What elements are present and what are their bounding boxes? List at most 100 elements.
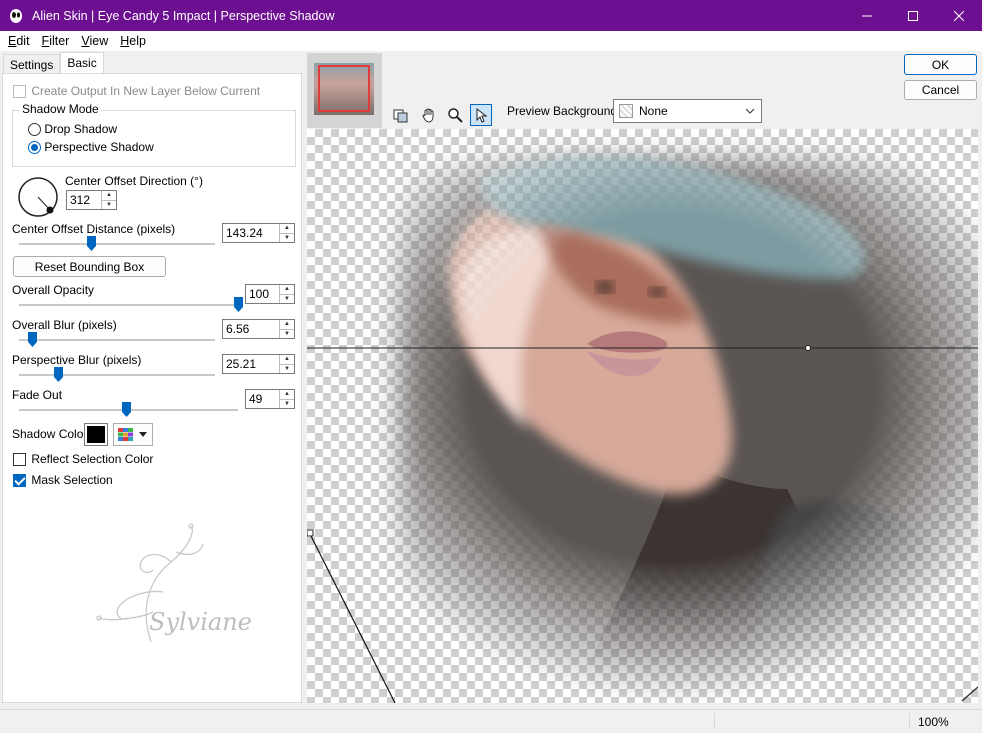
navigator-viewport-rect[interactable] [318, 65, 370, 112]
preview-image [307, 155, 978, 703]
color-palette-button[interactable] [113, 423, 153, 446]
maximize-icon [908, 10, 918, 21]
menu-bar: Edit Filter View Help [0, 31, 982, 51]
direction-dial[interactable] [17, 176, 59, 218]
mask-selection-row[interactable]: Mask Selection [13, 473, 113, 488]
fade-out-value[interactable]: 49 [246, 390, 279, 408]
spin-down-icon[interactable]: ▼ [280, 363, 294, 374]
pointer-tool-button[interactable] [470, 104, 492, 126]
menu-help[interactable]: Help [114, 34, 152, 48]
close-icon [954, 10, 964, 21]
overall-blur-label: Overall Blur (pixels) [12, 318, 117, 332]
perspective-shadow-label: Perspective Shadow [44, 140, 154, 154]
preview-background-label: Preview Background: [507, 104, 621, 118]
spin-up-icon[interactable]: ▲ [280, 320, 294, 329]
center-offset-distance-value[interactable]: 143.24 [223, 224, 279, 242]
chevron-down-icon [745, 108, 755, 114]
reset-bounding-box-button[interactable]: Reset Bounding Box [13, 256, 166, 277]
title-bar: Alien Skin | Eye Candy 5 Impact | Perspe… [0, 0, 982, 31]
perspective-blur-slider-thumb[interactable] [53, 367, 63, 382]
drop-shadow-radio[interactable] [28, 123, 41, 137]
spin-up-icon[interactable]: ▲ [280, 390, 294, 399]
perspective-shadow-option[interactable]: Perspective Shadow [28, 140, 154, 155]
perspective-blur-label: Perspective Blur (pixels) [12, 353, 142, 367]
vanishing-point-handle[interactable] [805, 345, 811, 351]
hand-tool-button[interactable] [418, 104, 440, 126]
status-bar: 100% [0, 709, 982, 733]
zoom-level: 100% [918, 715, 949, 729]
navigator-thumbnail[interactable] [307, 53, 382, 128]
spin-up-icon[interactable]: ▲ [280, 355, 294, 364]
create-output-label: Create Output In New Layer Below Current [31, 84, 261, 98]
overall-opacity-slider-thumb[interactable] [233, 297, 243, 312]
watermark-signature: Sylviane [149, 608, 251, 636]
drop-shadow-option[interactable]: Drop Shadow [28, 122, 118, 137]
overall-blur-value[interactable]: 6.56 [223, 320, 279, 338]
reflect-selection-color-row[interactable]: Reflect Selection Color [13, 452, 153, 467]
alien-skin-app-icon [10, 8, 22, 23]
center-offset-direction-value[interactable]: 312 [67, 191, 101, 209]
fade-out-spinner[interactable]: 49 ▲ ▼ [245, 389, 295, 409]
preview-background-select[interactable]: None [613, 99, 762, 123]
menu-filter[interactable]: Filter [36, 34, 76, 48]
ok-button[interactable]: OK [904, 54, 977, 75]
spin-down-icon[interactable]: ▼ [280, 328, 294, 339]
center-offset-direction-spinner[interactable]: 312 ▲ ▼ [66, 190, 117, 210]
preview-background-value: None [639, 104, 668, 118]
menu-edit[interactable]: Edit [2, 34, 36, 48]
perspective-blur-track[interactable] [19, 374, 215, 376]
spin-down-icon[interactable]: ▼ [280, 232, 294, 243]
spin-down-icon[interactable]: ▼ [102, 199, 116, 210]
overall-blur-spinner[interactable]: 6.56 ▲ ▼ [222, 319, 295, 339]
perspective-shadow-radio[interactable] [28, 141, 41, 155]
mask-selection-label: Mask Selection [31, 473, 113, 487]
minimize-icon [862, 15, 872, 16]
window-title: Alien Skin | Eye Candy 5 Impact | Perspe… [32, 8, 335, 23]
magnifier-icon [448, 108, 463, 123]
cancel-button[interactable]: Cancel [904, 80, 977, 100]
status-divider [909, 713, 910, 730]
create-output-row: Create Output In New Layer Below Current [13, 84, 261, 99]
preview-toggle-icon [393, 109, 408, 123]
center-offset-distance-track[interactable] [19, 243, 215, 245]
watermark-ornament: Sylviane [96, 523, 251, 643]
overall-opacity-value[interactable]: 100 [246, 285, 279, 303]
bounding-box-handle[interactable] [307, 529, 314, 537]
toggle-preview-button[interactable] [390, 104, 412, 126]
status-divider [714, 713, 715, 730]
close-button[interactable] [936, 0, 982, 31]
spin-down-icon[interactable]: ▼ [280, 293, 294, 304]
checker-swatch-icon [619, 104, 633, 118]
mask-selection-checkbox[interactable] [13, 474, 26, 488]
minimize-button[interactable] [844, 0, 890, 31]
overall-blur-slider-thumb[interactable] [28, 332, 38, 347]
spin-up-icon[interactable]: ▲ [280, 224, 294, 233]
shadow-mode-title: Shadow Mode [20, 102, 101, 116]
center-offset-direction-label: Center Offset Direction (°) [65, 174, 203, 188]
spin-down-icon[interactable]: ▼ [280, 398, 294, 409]
perspective-blur-spinner[interactable]: 25.21 ▲ ▼ [222, 354, 295, 374]
drop-shadow-label: Drop Shadow [44, 122, 118, 136]
reflect-selection-color-checkbox[interactable] [13, 453, 26, 467]
zoom-tool-button[interactable] [444, 104, 466, 126]
shadow-mode-group [12, 110, 296, 167]
arrow-pointer-icon [476, 107, 488, 123]
overall-opacity-spinner[interactable]: 100 ▲ ▼ [245, 284, 295, 304]
spin-up-icon[interactable]: ▲ [102, 191, 116, 200]
maximize-button[interactable] [890, 0, 936, 31]
overall-blur-track[interactable] [19, 339, 215, 341]
spin-up-icon[interactable]: ▲ [280, 285, 294, 294]
center-offset-distance-slider-thumb[interactable] [87, 236, 97, 251]
create-output-checkbox[interactable] [13, 85, 26, 99]
center-offset-distance-spinner[interactable]: 143.24 ▲ ▼ [222, 223, 295, 243]
menu-view[interactable]: View [75, 34, 114, 48]
shadow-color-swatch[interactable] [84, 423, 108, 446]
perspective-blur-value[interactable]: 25.21 [223, 355, 279, 373]
preview-canvas[interactable] [307, 129, 978, 703]
fade-out-label: Fade Out [12, 388, 63, 402]
tab-settings[interactable]: Settings [3, 54, 61, 74]
tab-basic[interactable]: Basic [60, 52, 104, 74]
fade-out-slider-thumb[interactable] [121, 402, 131, 417]
overall-opacity-track[interactable] [19, 304, 238, 306]
center-offset-distance-label: Center Offset Distance (pixels) [12, 222, 176, 236]
